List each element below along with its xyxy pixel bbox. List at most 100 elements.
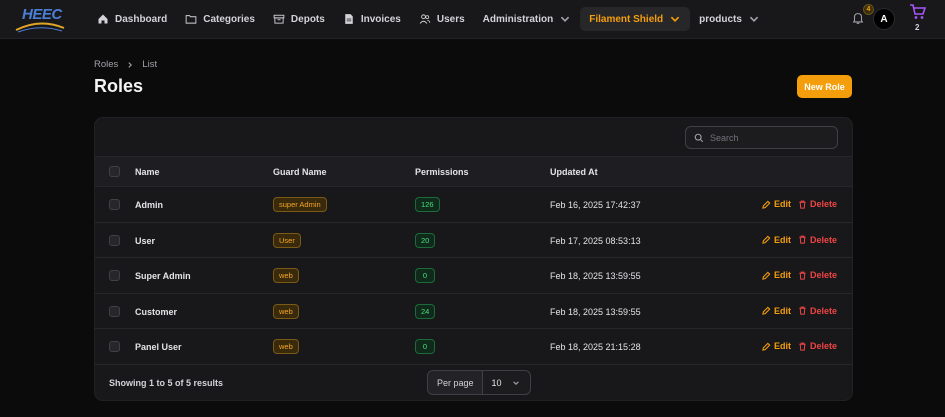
search-icon bbox=[694, 133, 704, 142]
nav-label: Depots bbox=[290, 13, 325, 25]
nav-depots[interactable]: Depots bbox=[264, 7, 334, 31]
users-icon bbox=[419, 14, 431, 24]
table-row: Customer web 24 Feb 18, 2025 13:59:55 Ed… bbox=[95, 294, 852, 329]
guard-badge: web bbox=[273, 303, 299, 319]
delete-action[interactable]: Delete bbox=[798, 306, 837, 316]
column-name[interactable]: Name bbox=[135, 167, 160, 177]
bell-icon[interactable] bbox=[851, 11, 865, 25]
guard-badge: super Admin bbox=[273, 197, 327, 212]
column-updated-at[interactable]: Updated At bbox=[550, 167, 598, 177]
chevron-down-icon bbox=[512, 380, 519, 385]
cart-icon[interactable] bbox=[909, 3, 927, 21]
role-name: Customer bbox=[135, 306, 178, 317]
trash-icon bbox=[799, 200, 806, 209]
edit-action[interactable]: Edit bbox=[762, 341, 791, 351]
top-navbar: HEEC Dashboard Categories Depots Invoice… bbox=[0, 0, 945, 39]
nav-label: Administration bbox=[482, 13, 554, 25]
table-row: Panel User web 0 Feb 18, 2025 21:15:28 E… bbox=[95, 329, 852, 365]
edit-label: Edit bbox=[774, 270, 791, 280]
updated-at: Feb 17, 2025 08:53:13 bbox=[550, 235, 641, 246]
role-name: Admin bbox=[135, 200, 163, 210]
search-box[interactable] bbox=[685, 126, 838, 149]
edit-label: Edit bbox=[774, 234, 791, 245]
nav-administration[interactable]: Administration bbox=[474, 7, 581, 31]
per-page-number: 10 bbox=[491, 377, 502, 388]
edit-icon bbox=[762, 306, 771, 315]
search-input[interactable] bbox=[710, 132, 830, 143]
role-name: User bbox=[135, 235, 156, 246]
per-page-value[interactable]: 10 bbox=[483, 378, 530, 388]
row-checkbox[interactable] bbox=[109, 199, 120, 210]
permissions-badge: 20 bbox=[415, 232, 436, 248]
permissions-badge: 126 bbox=[415, 197, 440, 212]
column-permissions[interactable]: Permissions bbox=[415, 167, 469, 177]
edit-label: Edit bbox=[774, 199, 791, 209]
cart-count: 2 bbox=[915, 23, 920, 32]
main-nav: Dashboard Categories Depots Invoices Use… bbox=[88, 7, 769, 31]
permissions-badge: 24 bbox=[415, 303, 436, 319]
delete-label: Delete bbox=[810, 234, 838, 245]
guard-badge: User bbox=[273, 232, 301, 248]
column-guard-name[interactable]: Guard Name bbox=[273, 167, 327, 177]
roles-table-card: Name Guard Name Permissions Updated At A… bbox=[94, 117, 853, 401]
nav-label: products bbox=[699, 13, 742, 25]
select-all-checkbox[interactable] bbox=[109, 166, 120, 177]
permissions-badge: 0 bbox=[415, 339, 435, 354]
table-footer: Showing 1 to 5 of 5 results Per page 10 bbox=[95, 363, 852, 400]
row-checkbox[interactable] bbox=[109, 270, 120, 281]
edit-action[interactable]: Edit bbox=[762, 306, 791, 316]
table-header: Name Guard Name Permissions Updated At bbox=[95, 156, 852, 187]
per-page-select[interactable]: Per page 10 bbox=[427, 370, 531, 395]
delete-action[interactable]: Delete bbox=[798, 199, 837, 209]
role-name: Super Admin bbox=[135, 271, 191, 281]
guard-badge: web bbox=[273, 268, 299, 283]
edit-icon bbox=[762, 200, 771, 209]
delete-action[interactable]: Delete bbox=[798, 235, 837, 245]
chevron-down-icon bbox=[670, 16, 680, 22]
logo-swoosh-icon bbox=[15, 22, 65, 33]
edit-action[interactable]: Edit bbox=[762, 199, 791, 209]
nav-invoices[interactable]: Invoices bbox=[334, 7, 410, 31]
nav-categories[interactable]: Categories bbox=[176, 7, 264, 31]
archive-icon bbox=[273, 14, 285, 24]
breadcrumb-roles[interactable]: Roles bbox=[94, 59, 118, 70]
page-title: Roles bbox=[94, 76, 144, 96]
row-checkbox[interactable] bbox=[109, 341, 120, 352]
edit-action[interactable]: Edit bbox=[762, 270, 791, 280]
nav-dashboard[interactable]: Dashboard bbox=[88, 7, 176, 31]
new-role-button[interactable]: New Role bbox=[797, 75, 852, 98]
per-page-label: Per page bbox=[428, 371, 483, 394]
breadcrumb-list: List bbox=[142, 59, 158, 70]
user-avatar[interactable]: A bbox=[873, 8, 895, 30]
edit-action[interactable]: Edit bbox=[762, 235, 791, 245]
nav-products[interactable]: products bbox=[690, 7, 769, 31]
updated-at: Feb 18, 2025 13:59:55 bbox=[550, 306, 641, 317]
delete-action[interactable]: Delete bbox=[798, 341, 837, 351]
document-icon bbox=[345, 14, 353, 24]
results-summary: Showing 1 to 5 of 5 results bbox=[109, 378, 224, 388]
notification-badge: 4 bbox=[863, 4, 874, 15]
guard-badge: web bbox=[273, 339, 299, 354]
folder-icon bbox=[185, 15, 197, 24]
nav-label: Dashboard bbox=[115, 13, 168, 25]
delete-label: Delete bbox=[810, 199, 838, 209]
trash-icon bbox=[799, 235, 806, 244]
nav-users[interactable]: Users bbox=[410, 7, 474, 31]
delete-action[interactable]: Delete bbox=[798, 270, 837, 280]
delete-label: Delete bbox=[810, 305, 838, 316]
table-row: Admin super Admin 126 Feb 16, 2025 17:42… bbox=[95, 187, 852, 223]
edit-icon bbox=[762, 235, 771, 244]
nav-label: Categories bbox=[203, 13, 255, 25]
breadcrumb: Roles List bbox=[94, 59, 157, 70]
brand-logo[interactable]: HEEC bbox=[14, 6, 66, 33]
updated-at: Feb 18, 2025 21:15:28 bbox=[550, 342, 641, 352]
row-checkbox[interactable] bbox=[109, 305, 120, 317]
delete-label: Delete bbox=[810, 341, 838, 351]
chevron-right-icon bbox=[128, 61, 133, 68]
nav-label: Filament Shield bbox=[589, 13, 664, 25]
nav-filament-shield[interactable]: Filament Shield bbox=[580, 7, 691, 31]
home-icon bbox=[98, 14, 108, 24]
row-checkbox[interactable] bbox=[109, 234, 120, 246]
edit-icon bbox=[762, 271, 771, 280]
table-row: Super Admin web 0 Feb 18, 2025 13:59:55 … bbox=[95, 258, 852, 294]
